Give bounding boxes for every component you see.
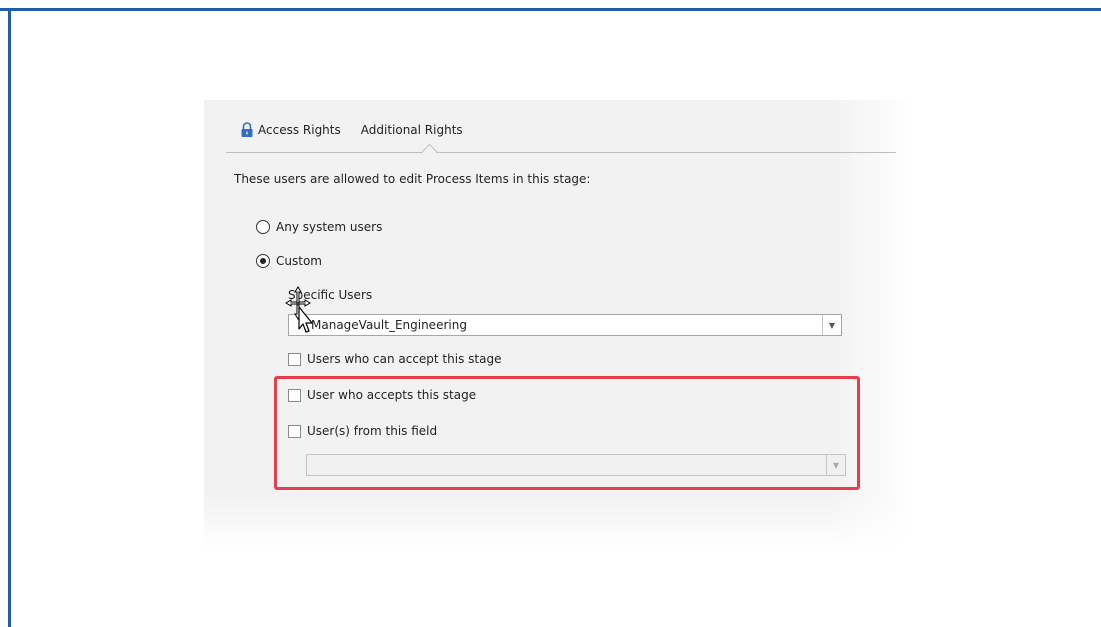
users-can-accept-label: Users who can accept this stage xyxy=(307,352,502,366)
frame-left-border xyxy=(8,8,11,627)
specific-users-dropdown[interactable]: ManageVault_Engineering ▼ xyxy=(288,314,842,336)
tab-access-rights[interactable]: Access Rights xyxy=(240,122,341,138)
frame-top-border xyxy=(0,8,1101,11)
tab-divider xyxy=(226,152,896,153)
chevron-down-icon[interactable]: ▼ xyxy=(822,315,841,335)
description-text: These users are allowed to edit Process … xyxy=(234,172,591,186)
users-can-accept-option[interactable]: Users who can accept this stage xyxy=(288,352,501,366)
lock-icon xyxy=(241,122,253,137)
active-tab-indicator xyxy=(421,143,438,160)
any-system-users-option[interactable]: Any system users xyxy=(256,220,382,234)
tab-bar: Access Rights Additional Rights xyxy=(240,122,463,138)
mouse-cursor-icon xyxy=(285,286,313,333)
custom-radio[interactable] xyxy=(256,254,270,268)
tab-additional-rights[interactable]: Additional Rights xyxy=(361,123,463,137)
tab-access-rights-label: Access Rights xyxy=(258,123,341,137)
custom-option[interactable]: Custom xyxy=(256,254,322,268)
tab-additional-rights-label: Additional Rights xyxy=(360,123,463,137)
any-system-users-label: Any system users xyxy=(276,220,383,234)
highlight-box xyxy=(274,376,860,490)
specific-users-value: ManageVault_Engineering xyxy=(311,318,467,332)
any-system-users-radio[interactable] xyxy=(256,220,270,234)
custom-label: Custom xyxy=(276,254,322,268)
users-can-accept-checkbox[interactable] xyxy=(288,352,301,366)
